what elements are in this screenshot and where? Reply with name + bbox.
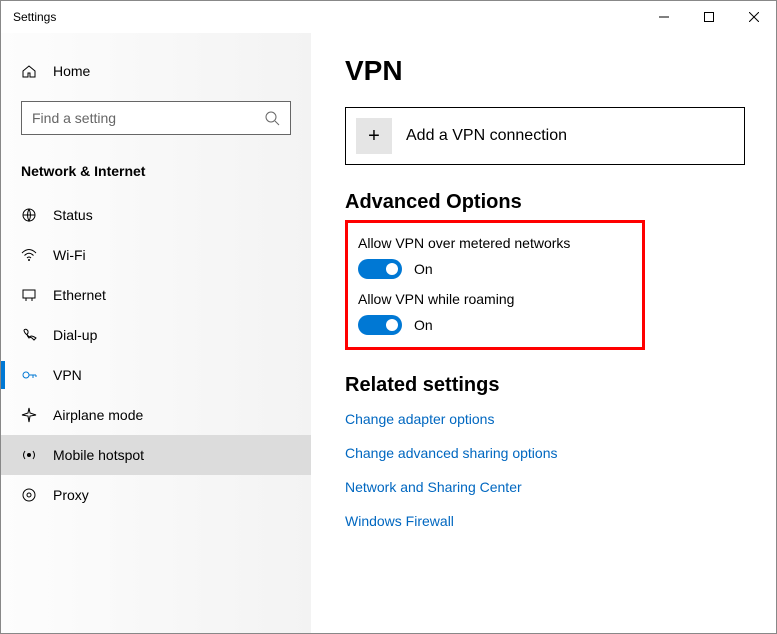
page-title: VPN xyxy=(345,55,760,87)
link-adapter[interactable]: Change adapter options xyxy=(345,411,760,427)
roaming-label: Allow VPN while roaming xyxy=(358,291,632,307)
roaming-toggle[interactable] xyxy=(358,315,402,335)
nav-label: Airplane mode xyxy=(53,407,143,423)
dialup-icon xyxy=(21,327,37,343)
metered-toggle[interactable] xyxy=(358,259,402,279)
advanced-options-title: Advanced Options xyxy=(345,191,760,214)
home-button[interactable]: Home xyxy=(1,53,311,89)
ethernet-icon xyxy=(21,287,37,303)
nav-label: Dial-up xyxy=(53,327,97,343)
hotspot-icon xyxy=(21,447,37,463)
metered-state: On xyxy=(414,261,433,277)
sidebar: Home Network & Internet Status Wi-Fi Eth… xyxy=(1,33,311,633)
airplane-icon xyxy=(21,407,37,423)
sidebar-item-hotspot[interactable]: Mobile hotspot xyxy=(1,435,311,475)
sidebar-item-proxy[interactable]: Proxy xyxy=(1,475,311,515)
nav-label: Wi-Fi xyxy=(53,247,86,263)
search-input[interactable] xyxy=(32,110,264,126)
search-icon xyxy=(264,110,280,126)
add-vpn-label: Add a VPN connection xyxy=(406,127,567,145)
minimize-button[interactable] xyxy=(641,2,686,32)
sidebar-item-dialup[interactable]: Dial-up xyxy=(1,315,311,355)
window-title: Settings xyxy=(13,10,56,24)
highlighted-region: Allow VPN over metered networks On Allow… xyxy=(345,220,645,350)
close-button[interactable] xyxy=(731,2,776,32)
search-box[interactable] xyxy=(21,101,291,135)
nav-label: Status xyxy=(53,207,93,223)
sidebar-item-status[interactable]: Status xyxy=(1,195,311,235)
titlebar: Settings xyxy=(1,1,776,33)
status-icon xyxy=(21,207,37,223)
nav-label: VPN xyxy=(53,367,82,383)
link-center[interactable]: Network and Sharing Center xyxy=(345,479,760,495)
sidebar-item-wifi[interactable]: Wi-Fi xyxy=(1,235,311,275)
related-settings-title: Related settings xyxy=(345,374,760,397)
plus-icon: + xyxy=(356,118,392,154)
link-firewall[interactable]: Windows Firewall xyxy=(345,513,760,529)
nav-label: Mobile hotspot xyxy=(53,447,144,463)
content-area: VPN + Add a VPN connection Advanced Opti… xyxy=(323,33,776,633)
sidebar-item-vpn[interactable]: VPN xyxy=(1,355,311,395)
nav-label: Ethernet xyxy=(53,287,106,303)
maximize-button[interactable] xyxy=(686,2,731,32)
nav-label: Proxy xyxy=(53,487,89,503)
home-label: Home xyxy=(53,63,90,79)
metered-label: Allow VPN over metered networks xyxy=(358,235,632,251)
sidebar-item-airplane[interactable]: Airplane mode xyxy=(1,395,311,435)
section-title: Network & Internet xyxy=(1,155,311,195)
wifi-icon xyxy=(21,247,37,263)
sidebar-item-ethernet[interactable]: Ethernet xyxy=(1,275,311,315)
vpn-icon xyxy=(21,367,37,383)
roaming-state: On xyxy=(414,317,433,333)
link-sharing[interactable]: Change advanced sharing options xyxy=(345,445,760,461)
proxy-icon xyxy=(21,487,37,503)
add-vpn-button[interactable]: + Add a VPN connection xyxy=(345,107,745,165)
home-icon xyxy=(21,63,37,79)
